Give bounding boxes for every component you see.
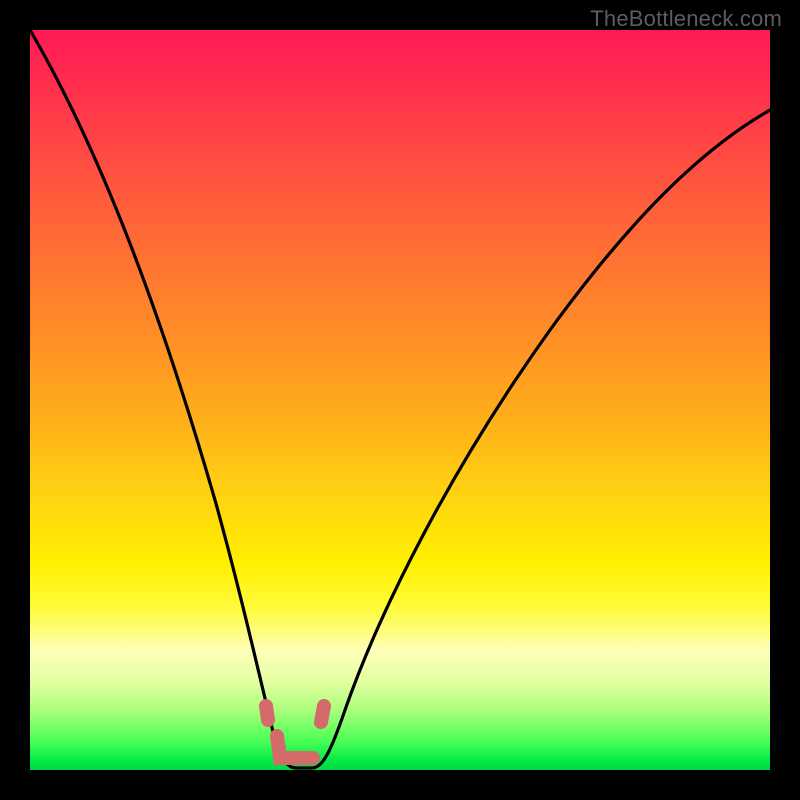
right-dot-icon bbox=[321, 706, 324, 722]
chart-frame: TheBottleneck.com bbox=[0, 0, 800, 800]
valley-l-icon bbox=[277, 736, 313, 758]
bottleneck-curve bbox=[30, 30, 770, 768]
watermark-text: TheBottleneck.com bbox=[590, 6, 782, 32]
plot-area bbox=[30, 30, 770, 770]
bottleneck-curve-svg bbox=[30, 30, 770, 770]
left-dot-icon bbox=[266, 706, 268, 720]
valley-markers bbox=[266, 706, 324, 758]
